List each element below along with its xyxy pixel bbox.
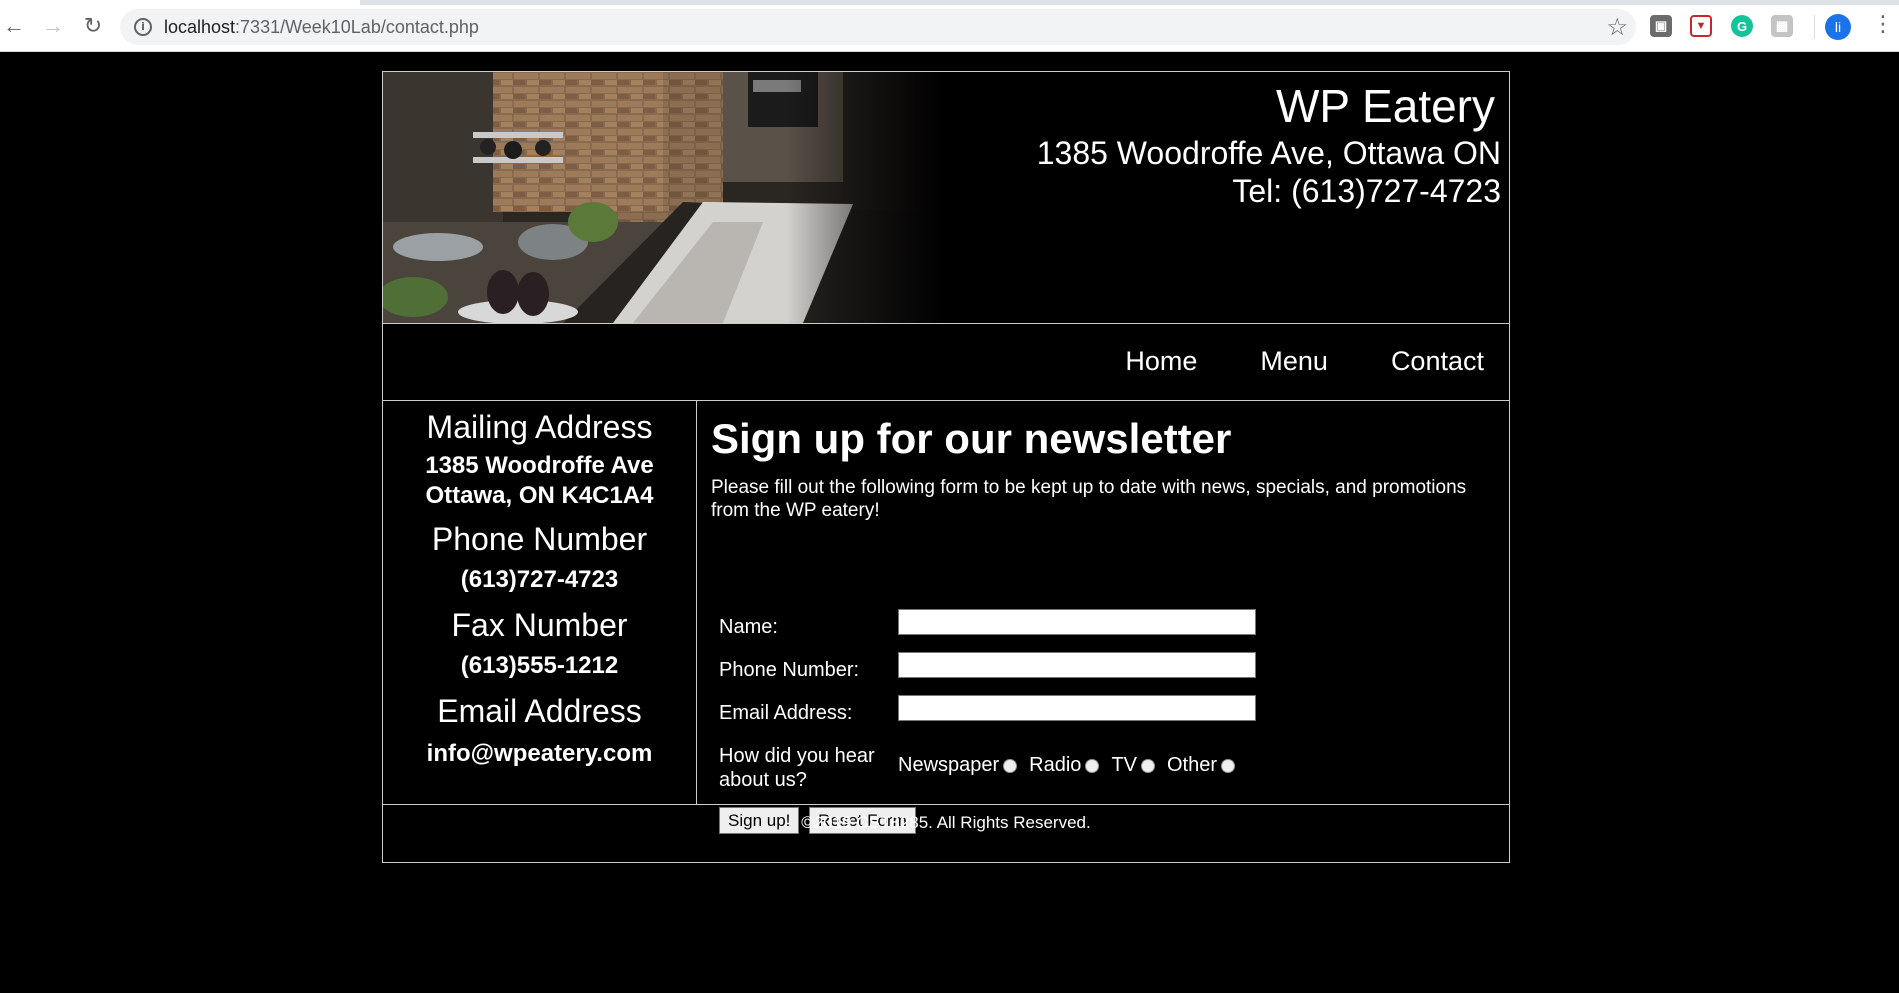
restaurant-info: WP Eatery 1385 Woodroffe Ave, Ottawa ON … bbox=[1037, 78, 1501, 210]
url-host: localhost bbox=[164, 17, 236, 37]
option-radio[interactable]: Radio bbox=[1029, 754, 1100, 777]
browser-toolbar: ← → ↻ i localhost:7331/Week10Lab/contact… bbox=[0, 0, 1899, 52]
browser-menu-icon[interactable]: ⋮ bbox=[1872, 14, 1894, 36]
page-container: WP Eatery 1385 Woodroffe Ave, Ottawa ON … bbox=[382, 71, 1510, 863]
phone-input[interactable] bbox=[898, 652, 1256, 678]
back-icon[interactable]: ← bbox=[2, 14, 26, 38]
fax-value: (613)555-1212 bbox=[460, 652, 619, 679]
radio-radio[interactable] bbox=[1085, 758, 1100, 773]
url-path: :7331/Week10Lab/contact.php bbox=[235, 17, 479, 37]
option-other-label: Other bbox=[1167, 754, 1218, 776]
bookmark-star-icon[interactable]: ☆ bbox=[1606, 13, 1628, 42]
restaurant-address: 1385 Woodroffe Ave, Ottawa ON bbox=[1036, 135, 1501, 171]
option-tv-label: TV bbox=[1111, 754, 1137, 776]
email-input[interactable] bbox=[898, 695, 1256, 721]
fax-heading: Fax Number bbox=[451, 607, 628, 643]
nav-home[interactable]: Home bbox=[1125, 346, 1197, 377]
option-radio-label: Radio bbox=[1029, 754, 1082, 776]
option-newspaper-label: Newspaper bbox=[898, 754, 1000, 776]
option-tv[interactable]: TV bbox=[1111, 754, 1155, 777]
address-bar[interactable]: i localhost:7331/Week10Lab/contact.php ☆ bbox=[120, 9, 1636, 45]
newsletter-section: Sign up for our newsletter Please fill o… bbox=[697, 401, 1509, 804]
radio-other[interactable] bbox=[1221, 758, 1236, 773]
option-newspaper[interactable]: Newspaper bbox=[898, 754, 1018, 777]
email-heading: Email Address bbox=[437, 693, 642, 729]
restaurant-interior-image bbox=[383, 72, 943, 323]
mailing-line2: Ottawa, ON K4C1A4 bbox=[425, 482, 654, 509]
phone-label: Phone Number: bbox=[719, 659, 860, 681]
contact-sidebar: Mailing Address 1385 Woodroffe Ave Ottaw… bbox=[383, 401, 697, 804]
site-footer: ©2019 CST8285. All Rights Reserved. bbox=[383, 804, 1509, 863]
mailing-heading: Mailing Address bbox=[426, 409, 653, 445]
nav-contact[interactable]: Contact bbox=[1391, 346, 1484, 377]
url-text[interactable]: localhost:7331/Week10Lab/contact.php bbox=[164, 17, 479, 38]
restaurant-name: WP Eatery bbox=[1276, 80, 1495, 132]
name-input[interactable] bbox=[898, 609, 1256, 635]
extension-lock-icon[interactable]: ▣ bbox=[1650, 15, 1672, 37]
tab-strip bbox=[360, 0, 1899, 5]
copyright-text: ©2019 CST8285. All Rights Reserved. bbox=[801, 813, 1091, 832]
radio-newspaper[interactable] bbox=[1003, 758, 1018, 773]
restaurant-phone: Tel: (613)727-4723 bbox=[1232, 173, 1501, 209]
page-title: Sign up for our newsletter bbox=[711, 415, 1232, 462]
hero-photo bbox=[383, 72, 943, 323]
option-other[interactable]: Other bbox=[1167, 754, 1236, 777]
extension-grammarly-icon[interactable]: G bbox=[1731, 15, 1753, 37]
radio-tv[interactable] bbox=[1141, 758, 1155, 773]
name-label: Name: bbox=[719, 616, 778, 638]
info-icon[interactable]: i bbox=[134, 18, 152, 36]
email-label: Email Address: bbox=[719, 702, 853, 724]
phone-value: (613)727-4723 bbox=[460, 566, 619, 593]
site-header: WP Eatery 1385 Woodroffe Ave, Ottawa ON … bbox=[383, 72, 1509, 324]
reload-icon[interactable]: ↻ bbox=[81, 14, 105, 38]
mailing-line1: 1385 Woodroffe Ave bbox=[425, 452, 654, 479]
phone-heading: Phone Number bbox=[431, 521, 648, 557]
extension-puzzle-icon[interactable]: ▦ bbox=[1771, 15, 1793, 37]
email-value[interactable]: info@wpeatery.com bbox=[383, 739, 696, 769]
nav-menu[interactable]: Menu bbox=[1260, 346, 1328, 377]
extension-pocket-icon[interactable]: ▼ bbox=[1690, 15, 1712, 37]
profile-avatar[interactable]: li bbox=[1825, 14, 1851, 40]
main-nav: Home Menu Contact bbox=[383, 324, 1509, 401]
intro-text: Please fill out the following form to be… bbox=[711, 477, 1467, 521]
forward-icon[interactable]: → bbox=[41, 14, 65, 38]
referral-label: How did you hear about us? bbox=[719, 745, 875, 791]
referral-options: Newspaper Radio TV Other bbox=[898, 754, 1247, 777]
toolbar-divider bbox=[1814, 15, 1815, 39]
